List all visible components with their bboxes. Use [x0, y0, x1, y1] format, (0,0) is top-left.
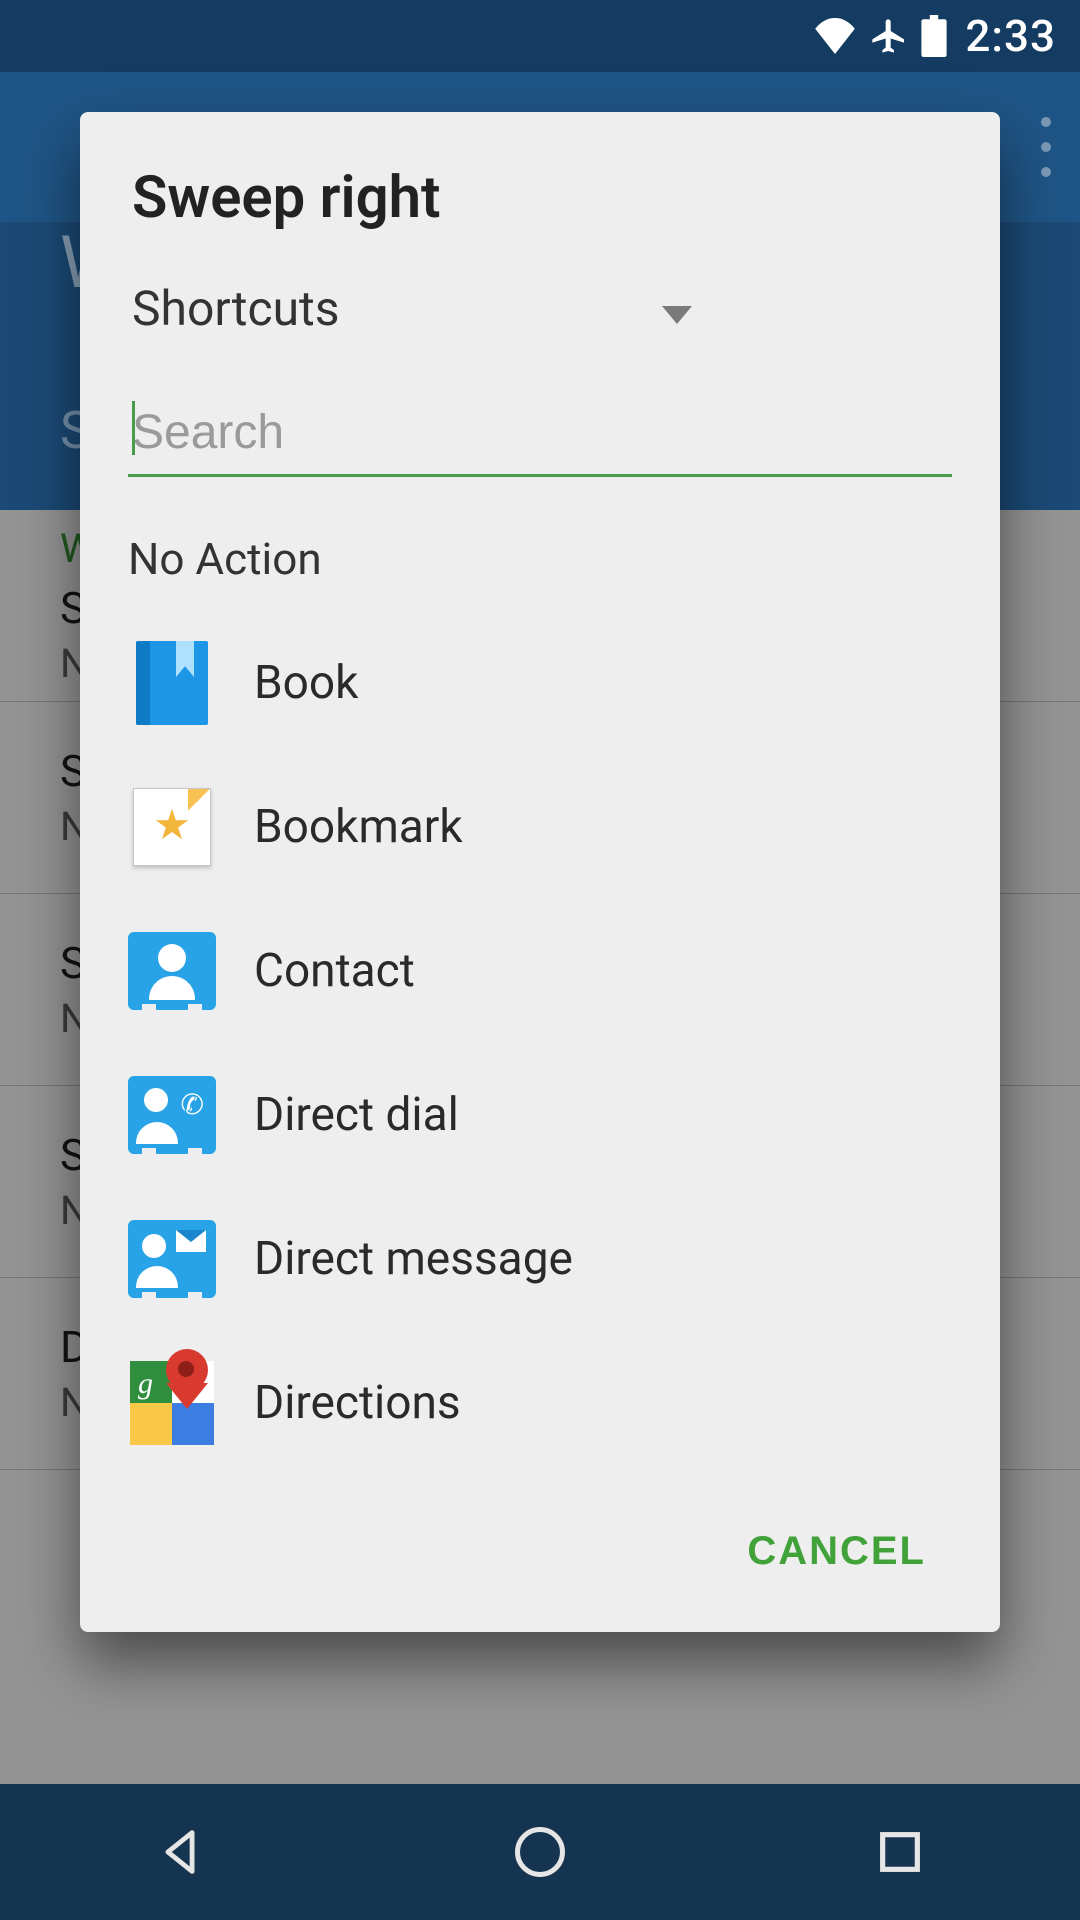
- sweep-right-dialog: Sweep right Shortcuts No Action Book ★ B…: [80, 112, 1000, 1632]
- directions-icon: g: [128, 1359, 216, 1447]
- navigation-bar: [0, 1784, 1080, 1920]
- list-item-label: Direct message: [254, 1232, 573, 1286]
- list-item-direct-message[interactable]: Direct message: [128, 1187, 952, 1331]
- nav-home-button[interactable]: [500, 1812, 580, 1892]
- list-item-contact[interactable]: Contact: [128, 899, 952, 1043]
- bookmark-icon: ★: [128, 783, 216, 871]
- nav-back-button[interactable]: [140, 1812, 220, 1892]
- list-item-label: Directions: [254, 1376, 461, 1430]
- list-item-book[interactable]: Book: [128, 611, 952, 755]
- no-action-item[interactable]: No Action: [128, 511, 952, 611]
- nav-recents-button[interactable]: [860, 1812, 940, 1892]
- list-item-label: Contact: [254, 944, 415, 998]
- category-dropdown[interactable]: Shortcuts: [128, 280, 952, 337]
- direct-dial-icon: ✆: [128, 1071, 216, 1159]
- list-item-label: Book: [254, 656, 358, 710]
- list-item-directions[interactable]: g Directions: [128, 1331, 952, 1475]
- cancel-button[interactable]: CANCEL: [721, 1511, 952, 1592]
- dialog-actions: CANCEL: [128, 1475, 952, 1592]
- shortcut-list: Book ★ Bookmark Contact ✆ Direct dial Di…: [128, 611, 952, 1475]
- list-item-label: Direct dial: [254, 1088, 459, 1142]
- dropdown-label: Shortcuts: [132, 280, 340, 337]
- direct-message-icon: [128, 1215, 216, 1303]
- list-item-direct-dial[interactable]: ✆ Direct dial: [128, 1043, 952, 1187]
- search-field-wrap: [118, 395, 962, 477]
- book-icon: [128, 639, 216, 727]
- list-item-label: Bookmark: [254, 800, 463, 854]
- dialog-title: Sweep right: [128, 164, 952, 232]
- search-input[interactable]: [128, 395, 952, 477]
- contact-icon: [128, 927, 216, 1015]
- text-caret: [132, 401, 135, 455]
- chevron-down-icon: [662, 280, 692, 337]
- list-item-bookmark[interactable]: ★ Bookmark: [128, 755, 952, 899]
